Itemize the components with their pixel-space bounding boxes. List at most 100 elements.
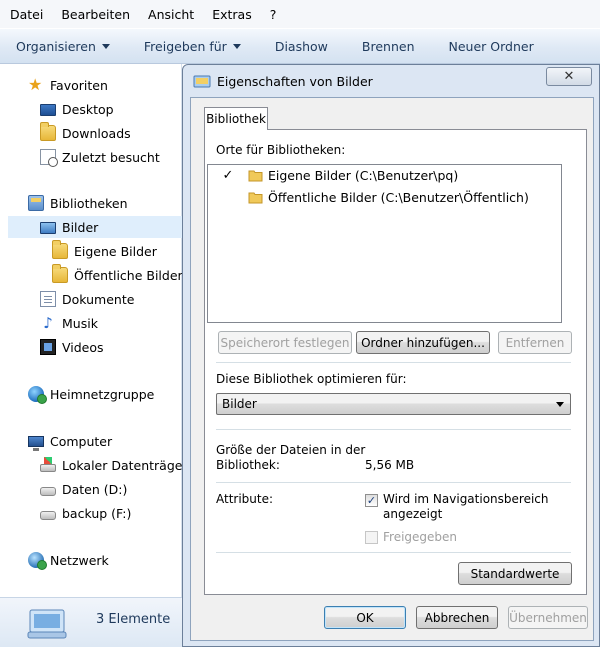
show-in-nav-label-line2: angezeigt — [383, 507, 443, 521]
computer-icon — [28, 435, 44, 451]
nav-label: Heimnetzgruppe — [50, 386, 155, 402]
nav-label: Bibliotheken — [50, 195, 128, 211]
menu-file[interactable]: Datei — [10, 7, 43, 22]
nav-data-drive[interactable]: Daten (D:) — [40, 478, 127, 500]
nav-music[interactable]: ♪ Musik — [40, 312, 98, 334]
list-item[interactable]: Öffentliche Bilder (C:\Benutzer\Öffentli… — [208, 187, 529, 207]
nav-homegroup[interactable]: Heimnetzgruppe — [28, 383, 154, 405]
nav-label: Öffentliche Bilder — [74, 267, 183, 283]
nav-computer[interactable]: Computer — [28, 430, 112, 452]
nav-label: Netzwerk — [50, 552, 109, 568]
default-location-check: ✓ — [222, 167, 234, 183]
cancel-button[interactable]: Abbrechen — [416, 606, 498, 629]
remove-button[interactable]: Entfernen — [498, 331, 572, 354]
close-icon: ✕ — [563, 69, 575, 84]
nav-backup-drive[interactable]: backup (F:) — [40, 502, 131, 524]
show-in-nav-checkbox[interactable]: ✓ — [365, 494, 378, 507]
optimize-for-select[interactable]: Bilder — [216, 393, 571, 415]
organize-button[interactable]: Organisieren — [16, 39, 110, 54]
shared-checkbox[interactable] — [365, 531, 378, 544]
drive-icon — [40, 487, 56, 496]
attributes-label: Attribute: — [216, 492, 274, 506]
share-button[interactable]: Freigeben für — [144, 39, 241, 54]
nav-favorites[interactable]: ★ Favoriten — [28, 74, 108, 96]
nav-libraries[interactable]: Bibliotheken — [28, 192, 128, 214]
nav-documents[interactable]: Dokumente — [40, 288, 134, 310]
nav-network[interactable]: Netzwerk — [28, 549, 109, 571]
music-icon: ♪ — [43, 314, 53, 332]
chevron-down-icon — [101, 43, 110, 49]
folder-icon — [52, 264, 68, 283]
shared-label: Freigegeben — [383, 530, 458, 544]
drive-icon — [40, 511, 56, 520]
divider — [216, 482, 571, 483]
optimize-value: Bilder — [222, 397, 257, 411]
system-drive-icon — [40, 457, 56, 472]
close-button[interactable]: ✕ — [546, 67, 592, 86]
nav-local-disk[interactable]: Lokaler Datenträger — [40, 454, 188, 476]
library-icon — [193, 75, 211, 88]
nav-videos[interactable]: Videos — [40, 336, 104, 358]
folder-icon — [248, 170, 263, 181]
nav-pictures[interactable]: Bilder — [8, 216, 182, 238]
location-path: Eigene Bilder (C:\Benutzer\pq) — [268, 167, 459, 183]
nav-desktop[interactable]: Desktop — [40, 98, 114, 120]
network-icon — [28, 552, 47, 570]
new-folder-button[interactable]: Neuer Ordner — [449, 39, 534, 54]
size-label-line2: Bibliothek: — [216, 458, 280, 472]
add-folder-button[interactable]: Ordner hinzufügen... — [356, 331, 490, 354]
library-size-value: 5,56 MB — [365, 458, 415, 472]
dialog-title-bar[interactable]: Eigenschaften von Bilder — [183, 65, 599, 97]
nav-label: Videos — [62, 339, 104, 355]
restore-defaults-button[interactable]: Standardwerte — [458, 562, 572, 585]
nav-label: Dokumente — [62, 291, 135, 307]
downloads-folder-icon — [40, 122, 56, 141]
desktop-icon — [40, 104, 56, 116]
size-label-line1: Größe der Dateien in der — [216, 443, 366, 457]
properties-dialog: Eigenschaften von Bilder ✕ Bibliothek Or… — [182, 64, 600, 647]
nav-label: Daten (D:) — [62, 481, 128, 497]
pictures-library-icon — [40, 222, 56, 234]
menu-help[interactable]: ? — [270, 7, 277, 22]
menu-tools[interactable]: Extras — [212, 7, 252, 22]
menu-bar: Datei Bearbeiten Ansicht Extras ? — [0, 0, 600, 28]
item-count: 3 Elemente — [96, 612, 171, 627]
nav-public-pictures[interactable]: Öffentliche Bilder — [52, 264, 183, 286]
star-icon: ★ — [28, 75, 43, 94]
nav-label: backup (F:) — [62, 505, 132, 521]
dialog-title: Eigenschaften von Bilder — [217, 73, 373, 89]
divider — [216, 362, 571, 363]
show-in-nav-label-line1: Wird im Navigationsbereich — [383, 492, 549, 506]
folder-icon — [52, 240, 68, 259]
set-save-location-button[interactable]: Speicherort festlegen — [218, 331, 352, 354]
organize-label: Organisieren — [16, 38, 96, 54]
list-item[interactable]: ✓ Eigene Bilder (C:\Benutzer\pq) — [208, 165, 459, 185]
apply-button[interactable]: Übernehmen — [508, 606, 588, 629]
nav-label: Computer — [50, 433, 113, 449]
nav-my-pictures[interactable]: Eigene Bilder — [52, 240, 157, 262]
locations-label: Orte für Bibliotheken: — [216, 143, 346, 157]
nav-label: Downloads — [62, 125, 131, 141]
menu-edit[interactable]: Bearbeiten — [61, 7, 130, 22]
nav-label: Lokaler Datenträger — [62, 457, 188, 473]
videos-icon — [40, 339, 56, 355]
nav-label: Zuletzt besucht — [62, 149, 160, 165]
nav-label: Desktop — [62, 101, 114, 117]
nav-label: Favoriten — [50, 77, 108, 93]
burn-button[interactable]: Brennen — [362, 39, 415, 54]
slideshow-button[interactable]: Diashow — [275, 39, 328, 54]
share-label: Freigeben für — [143, 38, 227, 54]
nav-recent[interactable]: Zuletzt besucht — [40, 146, 160, 168]
documents-icon — [40, 291, 56, 307]
menu-view[interactable]: Ansicht — [148, 7, 194, 22]
pictures-library-large-icon — [27, 609, 67, 639]
recent-places-icon — [40, 149, 58, 167]
nav-downloads[interactable]: Downloads — [40, 122, 131, 144]
chevron-down-icon — [556, 402, 564, 407]
tab-library[interactable]: Bibliothek — [204, 107, 268, 130]
ok-button[interactable]: OK — [324, 606, 406, 629]
library-locations-list[interactable]: ✓ Eigene Bilder (C:\Benutzer\pq) Öffentl… — [207, 164, 562, 323]
location-path: Öffentliche Bilder (C:\Benutzer\Öffentli… — [268, 189, 529, 205]
chevron-down-icon — [232, 43, 241, 49]
nav-label: Musik — [62, 315, 98, 331]
